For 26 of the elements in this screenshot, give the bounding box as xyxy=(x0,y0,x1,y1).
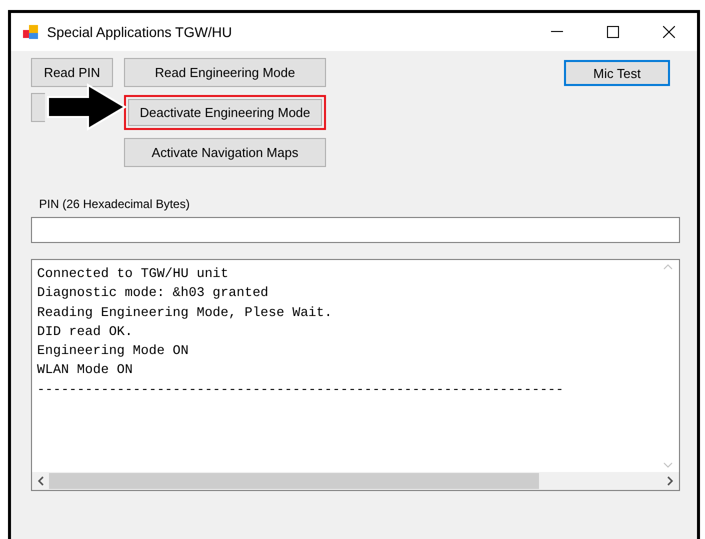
log-line: Engineering Mode ON xyxy=(37,342,190,360)
log-line: ------------------------------------------------------------------ xyxy=(37,380,565,399)
mode-button[interactable]: Read Engineering Mode xyxy=(124,58,326,87)
pin-input-field[interactable] xyxy=(31,217,680,243)
scroll-up-icon[interactable] xyxy=(662,264,672,270)
partly-hidden-button[interactable] xyxy=(31,93,45,122)
log-line: Diagnostic mode: &h03 granted xyxy=(37,284,270,302)
read-pin-button[interactable]: Read PIN xyxy=(31,58,113,87)
scroll-right-icon[interactable] xyxy=(667,476,673,486)
maximize-icon xyxy=(607,26,619,38)
log-line: WLAN Mode ON xyxy=(37,361,134,380)
scroll-left-icon[interactable] xyxy=(38,476,44,486)
log-line: Reading Engineering Mode, Plese Wait. xyxy=(37,304,334,322)
mode-button[interactable]: Activate Navigation Maps xyxy=(124,138,326,167)
close-icon xyxy=(663,26,675,38)
scrollbar-thumb[interactable] xyxy=(49,473,539,489)
app-icon xyxy=(23,24,39,40)
pin-label: PIN (26 Hexadecimal Bytes) xyxy=(39,197,191,211)
scroll-down-icon[interactable] xyxy=(662,462,672,468)
minimize-icon xyxy=(551,31,563,33)
mic-test-button[interactable]: Mic Test xyxy=(564,60,670,86)
mode-button[interactable]: Deactivate Engineering Mode xyxy=(124,95,326,130)
window-title: Special Applications TGW/HU xyxy=(47,24,233,40)
horizontal-scrollbar[interactable] xyxy=(32,472,679,490)
log-line: Connected to TGW/HU unit xyxy=(37,265,230,283)
log-line: DID read OK. xyxy=(37,322,134,341)
